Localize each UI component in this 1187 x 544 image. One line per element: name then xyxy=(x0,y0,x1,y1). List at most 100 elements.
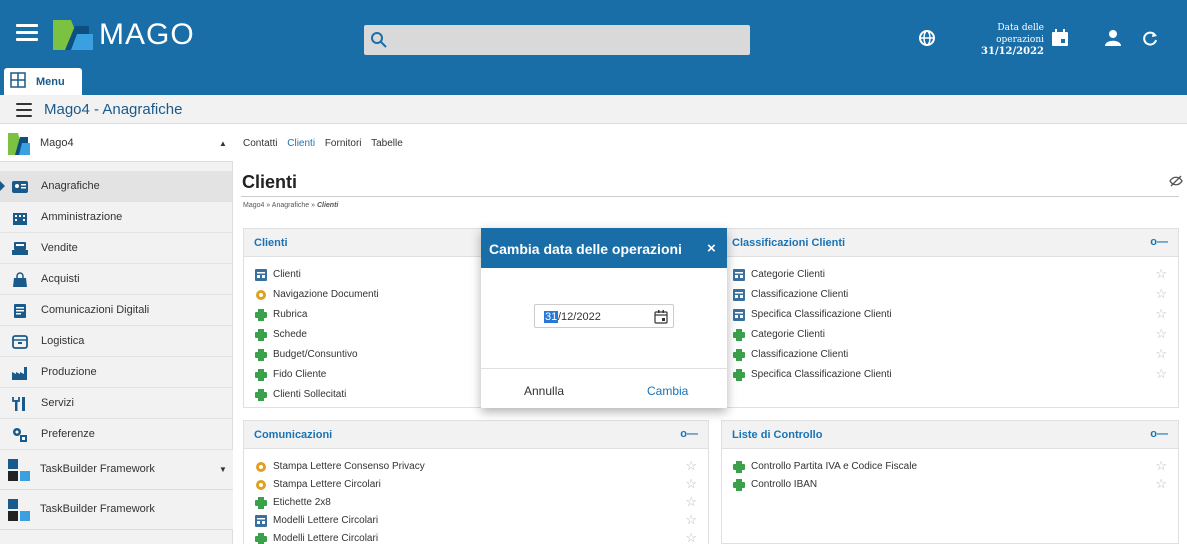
star-icon[interactable]: ☆ xyxy=(685,458,697,474)
list-item[interactable]: Specifica Classificazione Clienti ☆ xyxy=(733,365,1167,385)
calendar-icon[interactable] xyxy=(1050,28,1070,48)
date-field[interactable]: 31 /12/2022 xyxy=(534,304,674,328)
search-input[interactable] xyxy=(364,25,750,55)
star-icon[interactable]: ☆ xyxy=(1155,286,1167,302)
taskbuilder-logo-icon xyxy=(8,499,30,521)
sidebar-item-label: Produzione xyxy=(41,366,97,378)
module-menu-icon[interactable] xyxy=(16,103,32,121)
refresh-icon[interactable] xyxy=(1141,29,1159,47)
close-icon[interactable]: × xyxy=(707,240,716,257)
sidebar-item-comunicazioni-digitali[interactable]: Comunicazioni Digitali xyxy=(0,295,232,326)
star-icon[interactable]: ☆ xyxy=(685,476,697,492)
digital-doc-icon xyxy=(14,304,26,318)
star-icon[interactable]: ☆ xyxy=(685,530,697,544)
star-icon[interactable]: ☆ xyxy=(1155,346,1167,362)
module-title: Mago4 - Anagrafiche xyxy=(44,101,183,118)
star-icon[interactable]: ☆ xyxy=(1155,306,1167,322)
list-item[interactable]: Etichette 2x8 ☆ xyxy=(255,493,697,513)
calendar-icon[interactable] xyxy=(654,310,668,324)
dialog-title: Cambia data delle operazioni xyxy=(489,241,682,257)
caret-up-icon[interactable]: ▲ xyxy=(219,139,227,148)
sidebar-item-servizi[interactable]: Servizi xyxy=(0,388,232,419)
section-tabs: Contatti Clienti Fornitori Tabelle xyxy=(243,138,410,149)
collapse-icon[interactable]: o— xyxy=(1150,236,1168,248)
star-icon[interactable]: ☆ xyxy=(1155,476,1167,492)
operations-date[interactable]: Data delle operazioni 31/12/2022 xyxy=(950,22,1044,58)
mago-logo-icon xyxy=(51,16,95,52)
card-header: Classificazioni Clienti o— xyxy=(722,229,1178,257)
collapse-icon[interactable]: o— xyxy=(680,428,698,440)
sidebar-item-anagrafiche[interactable]: Anagrafiche xyxy=(0,171,232,202)
sales-icon xyxy=(12,242,28,255)
cancel-button[interactable]: Annulla xyxy=(524,384,564,398)
tab-fornitori[interactable]: Fornitori xyxy=(325,138,362,149)
star-icon[interactable]: ☆ xyxy=(685,494,697,510)
sidebar-group-mago4[interactable]: Mago4 ▲ xyxy=(0,124,233,162)
hide-eye-icon[interactable] xyxy=(1169,175,1183,187)
breadcrumb-path[interactable]: Mago4 » Anagrafiche » xyxy=(243,202,317,209)
sidebar-item-label: Servizi xyxy=(41,397,75,409)
tab-tabelle[interactable]: Tabelle xyxy=(371,138,403,149)
list-item-label: Specifica Classificazione Clienti xyxy=(751,309,892,320)
building-icon xyxy=(13,213,27,225)
sidebar-item-vendite[interactable]: Vendite xyxy=(0,233,232,264)
list-item-label: Stampa Lettere Consenso Privacy xyxy=(273,461,425,472)
tab-menu-label: Menu xyxy=(36,76,65,88)
list-item-label: Controllo Partita IVA e Codice Fiscale xyxy=(751,461,918,472)
caret-down-icon[interactable]: ▼ xyxy=(219,465,227,474)
list-item[interactable]: Categorie Clienti ☆ xyxy=(733,265,1167,285)
star-icon[interactable]: ☆ xyxy=(1155,266,1167,282)
star-icon[interactable]: ☆ xyxy=(1155,326,1167,342)
card-title: Liste di Controllo xyxy=(732,429,823,441)
list-item[interactable]: Stampa Lettere Consenso Privacy ☆ xyxy=(255,457,697,477)
list-item[interactable]: Categorie Clienti ☆ xyxy=(733,325,1167,345)
date-day-selection[interactable]: 31 xyxy=(544,311,559,323)
sidebar-item-label: Acquisti xyxy=(41,273,80,285)
globe-icon[interactable] xyxy=(917,28,937,48)
star-icon[interactable]: ☆ xyxy=(685,512,697,528)
sidebar-group-taskbuilder[interactable]: TaskBuilder Framework ▼ xyxy=(0,450,233,490)
printer-icon xyxy=(255,497,267,509)
date-field-value[interactable]: /12/2022 xyxy=(558,311,601,323)
list-item-label: Schede xyxy=(273,329,307,340)
star-icon[interactable]: ☆ xyxy=(1155,458,1167,474)
factory-icon xyxy=(12,367,27,380)
card-comunicazioni: Comunicazioni o— Stampa Lettere Consenso … xyxy=(243,420,709,544)
list-item-label: Modelli Lettere Circolari xyxy=(273,533,379,544)
printer-icon xyxy=(255,369,267,381)
operations-date-value: 31/12/2022 xyxy=(981,46,1044,57)
list-item[interactable]: Classificazione Clienti ☆ xyxy=(733,285,1167,305)
tab-menu[interactable]: Menu xyxy=(4,68,82,95)
list-item[interactable]: Modelli Lettere Circolari ☆ xyxy=(255,511,697,531)
star-icon[interactable]: ☆ xyxy=(1155,366,1167,382)
mago-logo-icon xyxy=(8,133,30,155)
gear-icon xyxy=(256,290,266,300)
sidebar-item-produzione[interactable]: Produzione xyxy=(0,357,232,388)
taskbuilder-logo-icon xyxy=(8,459,30,481)
tab-contatti[interactable]: Contatti xyxy=(243,138,277,149)
list-item[interactable]: Modelli Lettere Circolari ☆ xyxy=(255,529,697,544)
list-item[interactable]: Controllo IBAN ☆ xyxy=(733,475,1167,495)
list-item[interactable]: Stampa Lettere Circolari ☆ xyxy=(255,475,697,495)
list-item[interactable]: Controllo Partita IVA e Codice Fiscale ☆ xyxy=(733,457,1167,477)
printer-icon xyxy=(733,479,745,491)
sidebar-item-amministrazione[interactable]: Amministrazione xyxy=(0,202,232,233)
tab-clienti[interactable]: Clienti xyxy=(287,138,315,149)
confirm-button[interactable]: Cambia xyxy=(647,384,688,398)
collapse-icon[interactable]: o— xyxy=(1150,428,1168,440)
sidebar-item-preferenze[interactable]: Preferenze xyxy=(0,419,232,450)
list-item-label: Navigazione Documenti xyxy=(273,289,379,300)
list-item-label: Categorie Clienti xyxy=(751,329,825,340)
user-icon[interactable] xyxy=(1103,28,1123,48)
sidebar-item-label: Anagrafiche xyxy=(41,180,100,192)
hamburger-menu-icon[interactable] xyxy=(16,24,38,42)
sidebar-item-logistica[interactable]: Logistica xyxy=(0,326,232,357)
card-classificazioni-clienti: Classificazioni Clienti o— Categorie Clie… xyxy=(721,228,1179,408)
top-bar: MAGO Data delle operazioni 31/12/2022 Me… xyxy=(0,0,1187,95)
list-item-label: Budget/Consuntivo xyxy=(273,349,358,360)
list-item[interactable]: Classificazione Clienti ☆ xyxy=(733,345,1167,365)
list-item[interactable]: Specifica Classificazione Clienti ☆ xyxy=(733,305,1167,325)
sidebar-group-label: TaskBuilder Framework xyxy=(40,463,155,475)
sidebar-item-acquisti[interactable]: Acquisti xyxy=(0,264,232,295)
sidebar-item-taskbuilder[interactable]: TaskBuilder Framework xyxy=(0,490,233,530)
